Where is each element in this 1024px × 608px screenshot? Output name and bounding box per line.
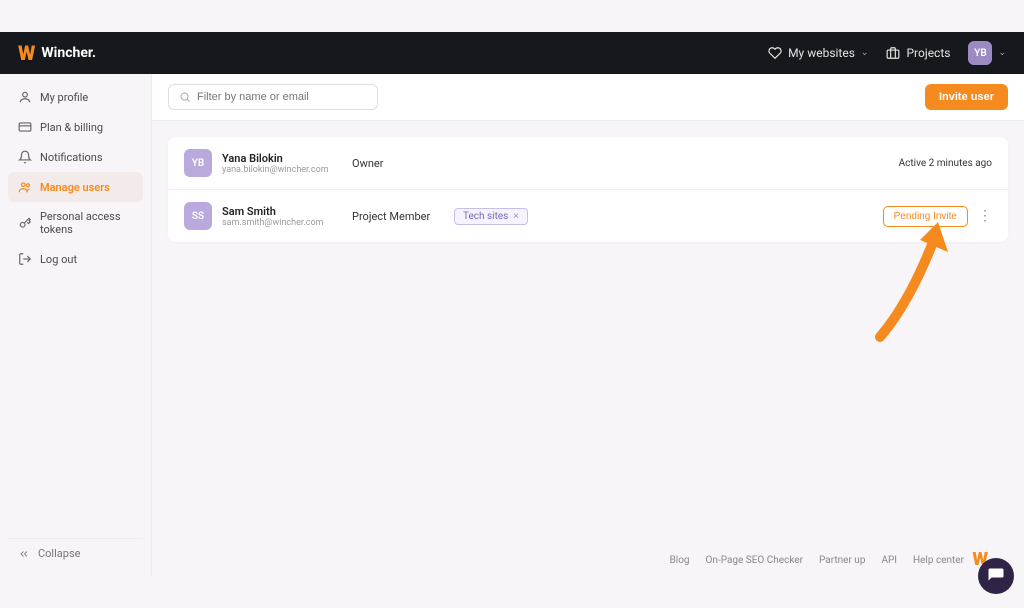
bell-icon — [18, 150, 32, 164]
main-panel: Invite user YB Yana Bilokin yana.bilokin… — [152, 74, 1024, 576]
sidebar-collapse[interactable]: Collapse — [8, 538, 143, 568]
footer-links: Blog On-Page SEO Checker Partner up API … — [670, 555, 964, 566]
footer-link[interactable]: Blog — [670, 555, 690, 566]
search-icon — [179, 91, 191, 103]
chevron-down-icon: ⌄ — [998, 48, 1006, 58]
tag-remove-icon[interactable]: × — [513, 211, 518, 222]
footer-link[interactable]: Partner up — [819, 555, 865, 566]
user-email: yana.bilokin@wincher.com — [222, 165, 352, 175]
row-menu-icon[interactable]: ⋮ — [978, 209, 992, 223]
users-icon — [18, 180, 32, 194]
sidebar-item-manage-users[interactable]: Manage users — [8, 172, 143, 202]
nav-projects[interactable]: Projects — [886, 46, 950, 60]
chat-icon — [987, 567, 1005, 585]
pending-invite-button[interactable]: Pending Invite — [883, 206, 968, 227]
footer-link[interactable]: API — [881, 555, 897, 566]
sidebar-item-billing[interactable]: Plan & billing — [8, 112, 143, 142]
user-row: YB Yana Bilokin yana.bilokin@wincher.com… — [168, 137, 1008, 190]
logout-icon — [18, 252, 32, 266]
footer-link[interactable]: Help center — [913, 555, 964, 566]
project-tag[interactable]: Tech sites × — [454, 208, 528, 225]
user-list: YB Yana Bilokin yana.bilokin@wincher.com… — [168, 137, 1008, 242]
search-input-wrap[interactable] — [168, 84, 378, 110]
avatar: SS — [184, 202, 212, 230]
brand-name: Wincher. — [41, 45, 96, 61]
toolbar: Invite user — [152, 74, 1024, 121]
user-menu[interactable]: YB ⌄ — [968, 41, 1006, 65]
search-input[interactable] — [197, 91, 367, 103]
user-name: Yana Bilokin — [222, 152, 352, 165]
user-role: Project Member — [352, 210, 442, 223]
sidebar-item-profile[interactable]: My profile — [8, 82, 143, 112]
sidebar-item-notifications[interactable]: Notifications — [8, 142, 143, 172]
sidebar-item-logout[interactable]: Log out — [8, 244, 143, 274]
invite-user-button[interactable]: Invite user — [925, 84, 1008, 110]
briefcase-icon — [886, 46, 900, 60]
user-icon — [18, 90, 32, 104]
brand-logo[interactable]: W Wincher. — [18, 41, 96, 65]
heart-icon — [768, 46, 782, 60]
user-row: SS Sam Smith sam.smith@wincher.com Proje… — [168, 190, 1008, 242]
user-status: Active 2 minutes ago — [899, 158, 992, 169]
footer-link[interactable]: On-Page SEO Checker — [706, 555, 803, 566]
sidebar: My profile Plan & billing Notifications … — [0, 74, 152, 576]
avatar: YB — [968, 41, 992, 65]
collapse-icon — [18, 548, 30, 560]
logo-mark-icon: W — [18, 41, 35, 65]
user-name: Sam Smith — [222, 205, 352, 218]
nav-my-websites[interactable]: My websites ⌄ — [768, 46, 868, 60]
card-icon — [18, 120, 32, 134]
user-email: sam.smith@wincher.com — [222, 218, 352, 228]
user-role: Owner — [352, 157, 442, 170]
chevron-down-icon: ⌄ — [861, 48, 869, 58]
sidebar-item-tokens[interactable]: Personal access tokens — [8, 202, 143, 244]
chat-widget[interactable] — [978, 558, 1014, 594]
top-navbar: W Wincher. My websites ⌄ Projects YB ⌄ — [0, 32, 1024, 74]
avatar: YB — [184, 149, 212, 177]
key-icon — [18, 216, 32, 230]
